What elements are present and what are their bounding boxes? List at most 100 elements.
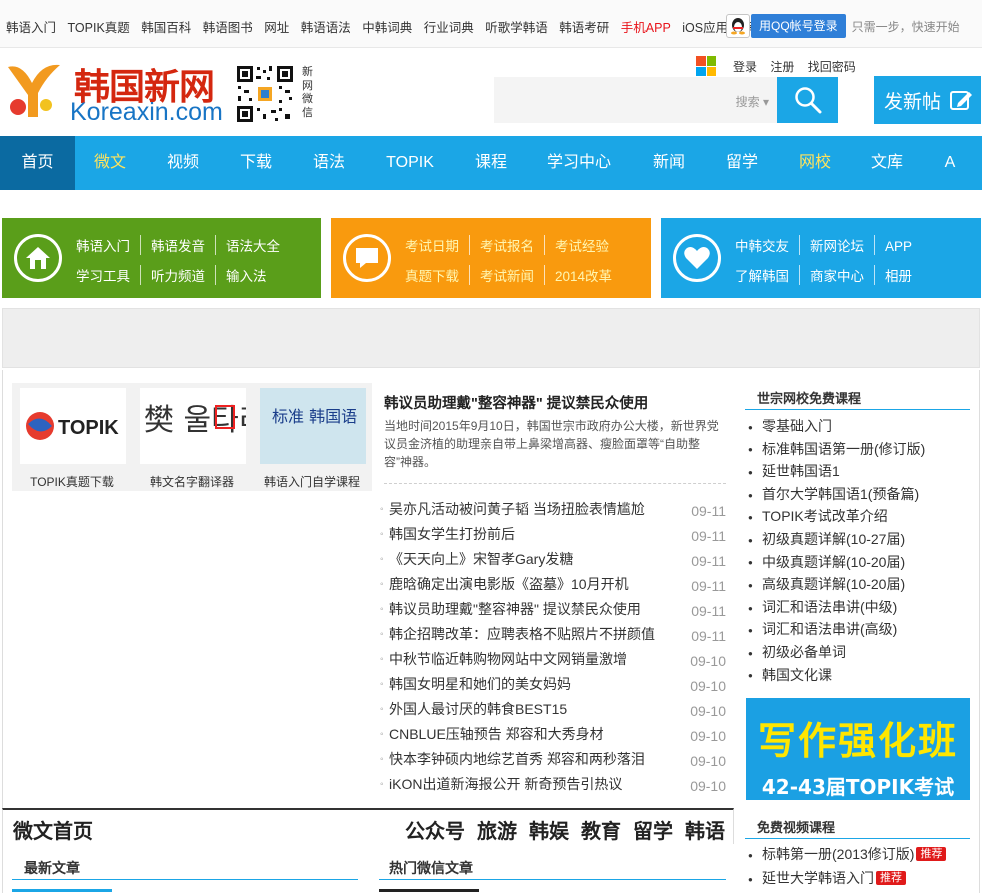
category-link[interactable]: 2014改革	[555, 265, 622, 285]
course-item[interactable]: ● 词汇和语法串讲(高级)	[748, 619, 973, 642]
nav-weiwen[interactable]: 微文	[75, 136, 145, 190]
top-link[interactable]: 韩语语法	[301, 17, 351, 36]
forgot-password-link[interactable]: 找回密码	[808, 58, 856, 75]
weiwen-link[interactable]: 留学	[633, 815, 673, 844]
video-item[interactable]: ● 延世大学韩语入门 推荐	[748, 868, 973, 892]
course-item[interactable]: ● 零基础入门	[748, 416, 973, 439]
category-link[interactable]: 考试日期	[405, 235, 470, 255]
home-icon[interactable]	[14, 234, 62, 282]
top-link[interactable]: 韩语入门	[6, 17, 56, 36]
nav-grammar[interactable]: 语法	[293, 136, 365, 190]
logo-mark[interactable]	[2, 57, 72, 132]
thumbnail-label[interactable]: 韩语入门自学课程	[252, 473, 372, 490]
course-item[interactable]: ● 高级真题详解(10-20届)	[748, 574, 973, 597]
new-post-button[interactable]: 发新帖	[874, 76, 981, 124]
course-item[interactable]: ● TOPIK考试改革介绍	[748, 506, 973, 529]
nav-topik[interactable]: TOPIK	[367, 136, 453, 190]
topik-thumbnail[interactable]: TOPIK	[20, 388, 126, 464]
news-title[interactable]: 外国人最讨厌的韩食BEST15	[389, 699, 567, 719]
news-item[interactable]: ◦ 《天天向上》宋智孝Gary发糖 09-11	[378, 549, 726, 574]
nav-online-school[interactable]: 网校	[779, 136, 851, 190]
news-item[interactable]: ◦ 外国人最讨厌的韩食BEST15 09-10	[378, 699, 726, 724]
ad-banner[interactable]	[2, 308, 980, 368]
category-link[interactable]: 真题下载	[405, 265, 470, 285]
course-item[interactable]: ● 标准韩国语第一册(修订版)	[748, 439, 973, 462]
course-item[interactable]: ● 韩国文化课	[748, 665, 973, 688]
news-item[interactable]: ◦ 吴亦凡活动被问黄子韬 当场扭脸表情尴尬 09-11	[378, 499, 726, 524]
category-link[interactable]: 商家中心	[810, 265, 875, 285]
news-item[interactable]: ◦ CNBLUE压轴预告 郑容和大秀身材 09-10	[378, 724, 726, 749]
news-title[interactable]: 《天天向上》宋智孝Gary发糖	[389, 549, 573, 569]
top-link[interactable]: 韩国百科	[141, 17, 191, 36]
self-study-thumbnail[interactable]: 标准 韩国语	[260, 388, 366, 464]
news-item[interactable]: ◦ 中秋节临近韩购物网站中文网销量激增 09-10	[378, 649, 726, 674]
name-translator-thumbnail[interactable]: 樊 울타리 번	[140, 388, 303, 464]
login-link[interactable]: 登录	[733, 58, 757, 75]
search-type-select[interactable]: 搜索 ▾	[736, 93, 769, 110]
news-item[interactable]: ◦ 韩议员助理戴"整容神器" 提议禁民众使用 09-11	[378, 599, 726, 624]
top-link[interactable]: 网址	[264, 17, 289, 36]
category-link[interactable]: 韩语发音	[151, 235, 216, 255]
course-item[interactable]: ● 延世韩国语1	[748, 461, 973, 484]
top-link[interactable]: TOPIK真题	[68, 17, 130, 36]
news-item[interactable]: ◦ iKON出道新海报公开 新奇预告引热议 09-10	[378, 774, 726, 799]
nav-learning-center[interactable]: 学习中心	[527, 136, 631, 190]
weiwen-link[interactable]: 韩语	[685, 815, 725, 844]
course-item[interactable]: ● 首尔大学韩国语1(预备篇)	[748, 484, 973, 507]
nav-home[interactable]: 首页	[0, 136, 75, 190]
category-link[interactable]: 输入法	[226, 265, 277, 285]
news-title[interactable]: 吴亦凡活动被问黄子韬 当场扭脸表情尴尬	[389, 499, 645, 519]
news-item[interactable]: ◦ 快本李钟硕内地综艺首秀 郑容和两秒落泪 09-10	[378, 749, 726, 774]
category-link[interactable]: APP	[885, 239, 922, 254]
nav-courses[interactable]: 课程	[455, 136, 527, 190]
category-link[interactable]: 相册	[885, 265, 922, 285]
category-link[interactable]: 新网论坛	[810, 235, 875, 255]
news-title[interactable]: 中秋节临近韩购物网站中文网销量激增	[389, 649, 627, 669]
hot-wechat-heading[interactable]: 热门微信文章	[389, 858, 473, 878]
nav-more[interactable]: A	[925, 136, 975, 190]
weiwen-link[interactable]: 旅游	[477, 815, 517, 844]
nav-study-abroad[interactable]: 留学	[706, 136, 778, 190]
category-link[interactable]: 考试经验	[555, 235, 619, 255]
news-title[interactable]: 快本李钟硕内地综艺首秀 郑容和两秒落泪	[389, 749, 645, 769]
logo-english[interactable]: Koreaxin.com	[70, 98, 223, 127]
news-title[interactable]: 韩国女学生打扮前后	[389, 524, 515, 544]
category-link[interactable]: 听力频道	[151, 265, 216, 285]
category-link[interactable]: 了解韩国	[735, 265, 800, 285]
news-item[interactable]: ◦ 鹿晗确定出演电影版《盗墓》10月开机 09-11	[378, 574, 726, 599]
search-input[interactable]: 搜索 ▾	[494, 77, 777, 123]
nav-library[interactable]: 文库	[851, 136, 923, 190]
news-title[interactable]: 韩企招聘改革：应聘表格不贴照片不拼颜值	[389, 624, 655, 644]
top-link[interactable]: 中韩词典	[362, 17, 412, 36]
top-link[interactable]: 韩语考研	[559, 17, 609, 36]
chat-bubble-icon[interactable]	[343, 234, 391, 282]
qq-penguin-icon[interactable]	[726, 14, 750, 38]
weiwen-link[interactable]: 教育	[581, 815, 621, 844]
top-link[interactable]: 韩语图书	[203, 17, 253, 36]
category-link[interactable]: 中韩交友	[735, 235, 800, 255]
nav-video[interactable]: 视频	[147, 136, 219, 190]
news-item[interactable]: ◦ 韩国女学生打扮前后 09-11	[378, 524, 726, 549]
category-link[interactable]: 语法大全	[226, 235, 290, 255]
thumbnail-label[interactable]: TOPIK真题下载	[12, 473, 132, 490]
course-item[interactable]: ● 词汇和语法串讲(中级)	[748, 597, 973, 620]
nav-news[interactable]: 新闻	[633, 136, 705, 190]
weiwen-home-link[interactable]: 微文首页	[13, 815, 93, 844]
weiwen-link[interactable]: 韩娱	[529, 815, 569, 844]
register-link[interactable]: 注册	[770, 58, 794, 75]
nav-download[interactable]: 下载	[219, 136, 293, 190]
news-item[interactable]: ◦ 韩国女明星和她们的美女妈妈 09-10	[378, 674, 726, 699]
news-title[interactable]: 韩国女明星和她们的美女妈妈	[389, 674, 571, 694]
top-link[interactable]: 行业词典	[424, 17, 474, 36]
category-link[interactable]: 考试新闻	[480, 265, 545, 285]
weiwen-link[interactable]: 公众号	[405, 815, 465, 844]
video-item[interactable]: ● 标韩第一册(2013修订版) 推荐	[748, 844, 973, 868]
top-link-mobile-app[interactable]: 手机APP	[621, 17, 671, 36]
course-item[interactable]: ● 中级真题详解(10-20届)	[748, 552, 973, 575]
latest-articles-heading[interactable]: 最新文章	[24, 858, 80, 878]
news-title[interactable]: iKON出道新海报公开 新奇预告引热议	[389, 774, 622, 794]
news-item[interactable]: ◦ 韩企招聘改革：应聘表格不贴照片不拼颜值 09-11	[378, 624, 726, 649]
category-link[interactable]: 学习工具	[76, 265, 141, 285]
search-button[interactable]	[777, 77, 838, 123]
headline-title[interactable]: 韩议员助理戴"整容神器" 提议禁民众使用	[384, 392, 648, 413]
